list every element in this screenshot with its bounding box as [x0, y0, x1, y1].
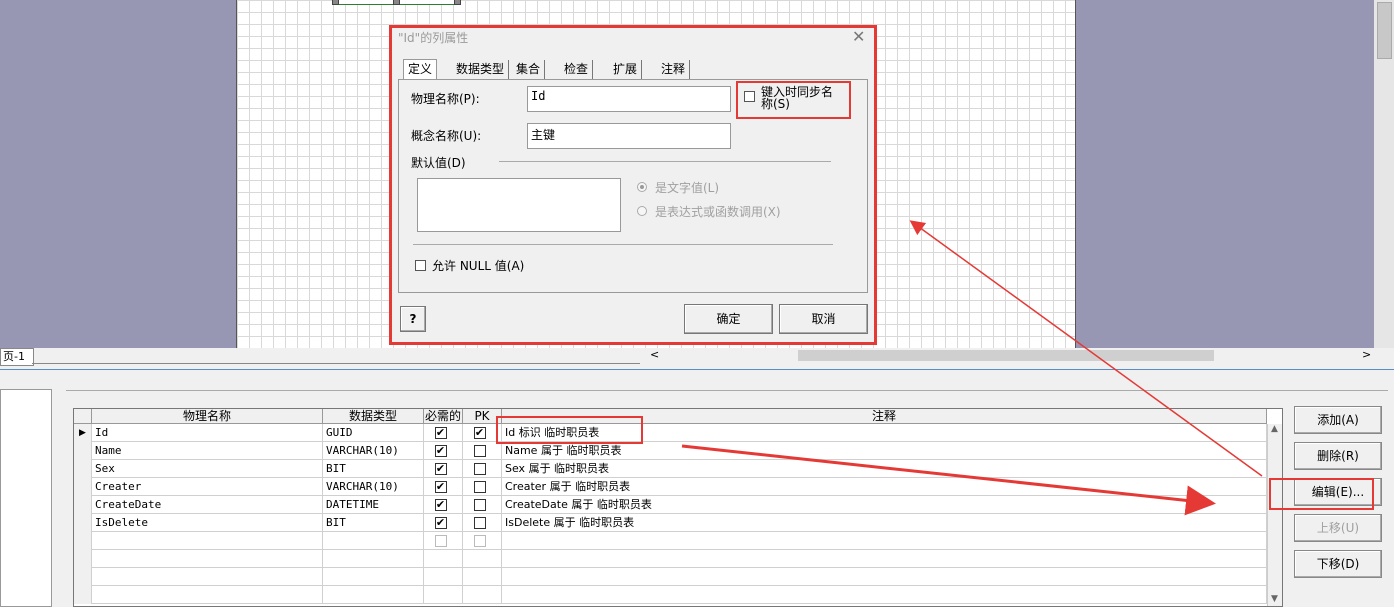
arrow-to-edit-button — [681, 444, 1216, 516]
annotation-arrows — [681, 220, 1263, 516]
arrow-to-dialog — [909, 220, 1263, 477]
